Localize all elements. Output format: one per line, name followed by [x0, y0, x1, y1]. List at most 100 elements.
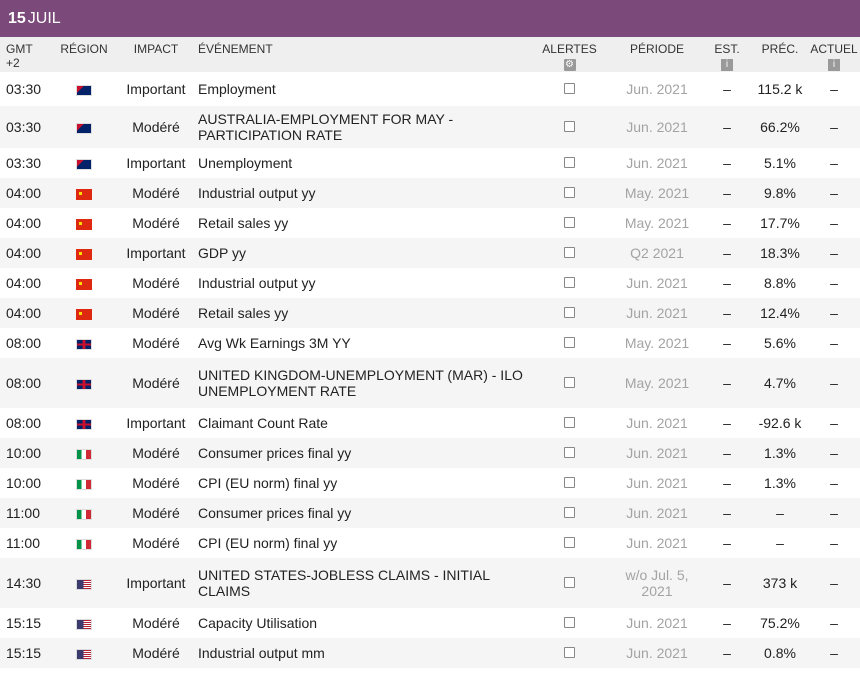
event-actuel: –: [830, 375, 838, 391]
event-prec: 5.1%: [764, 155, 796, 171]
event-name[interactable]: Capacity Utilisation: [192, 615, 527, 631]
event-name[interactable]: Unemployment: [192, 155, 527, 171]
event-est: –: [723, 119, 731, 135]
event-actuel: –: [830, 505, 838, 521]
event-time: 03:30: [6, 155, 42, 171]
alert-checkbox[interactable]: [564, 217, 575, 228]
event-period: Jun. 2021: [626, 535, 688, 551]
alert-checkbox[interactable]: [564, 83, 575, 94]
alert-checkbox[interactable]: [564, 417, 575, 428]
table-row: 04:00 Important GDP yy Q2 2021 – 18.3% –: [0, 238, 860, 268]
event-prec: 373 k: [762, 575, 798, 591]
info-icon[interactable]: i: [721, 59, 733, 71]
event-name[interactable]: Consumer prices final yy: [192, 505, 527, 521]
alert-checkbox[interactable]: [564, 577, 575, 588]
table-row: 04:00 Modéré Industrial output yy Jun. 2021…: [0, 268, 860, 298]
alert-checkbox[interactable]: [564, 247, 575, 258]
alert-cell: [527, 375, 612, 391]
alert-checkbox[interactable]: [564, 277, 575, 288]
alert-checkbox[interactable]: [564, 447, 575, 458]
event-est: –: [723, 575, 731, 591]
event-impact: Modéré: [132, 505, 180, 521]
alert-checkbox[interactable]: [564, 477, 575, 488]
table-row: 10:00 Modéré CPI (EU norm) final yy Jun. 20…: [0, 468, 860, 498]
event-name[interactable]: Industrial output mm: [192, 645, 527, 661]
event-name[interactable]: Retail sales yy: [192, 305, 527, 321]
event-name[interactable]: UNITED STATES-JOBLESS CLAIMS - INITIAL C…: [192, 567, 527, 599]
header-est-label: EST.: [714, 42, 740, 56]
alert-checkbox[interactable]: [564, 617, 575, 628]
info-icon[interactable]: i: [828, 59, 840, 71]
flag-icon: [76, 538, 92, 550]
alert-checkbox[interactable]: [564, 187, 575, 198]
table-row: 04:00 Modéré Retail sales yy Jun. 2021 – 12.4…: [0, 298, 860, 328]
event-est: –: [723, 445, 731, 461]
event-name[interactable]: Avg Wk Earnings 3M YY: [192, 335, 527, 351]
flag-icon: [76, 218, 92, 230]
event-time: 04:00: [6, 215, 42, 231]
region-cell: [48, 575, 120, 591]
event-prec: 18.3%: [760, 245, 800, 261]
event-period: w/o Jul. 5, 2021: [625, 567, 689, 599]
flag-icon: [76, 158, 92, 170]
event-period: Jun. 2021: [626, 645, 688, 661]
event-actuel: –: [830, 645, 838, 661]
alert-checkbox[interactable]: [564, 377, 575, 388]
event-name[interactable]: Consumer prices final yy: [192, 445, 527, 461]
alert-checkbox[interactable]: [564, 537, 575, 548]
header-alerts-label: ALERTES: [542, 42, 597, 56]
event-period: May. 2021: [624, 335, 690, 351]
region-cell: [48, 645, 120, 661]
event-name[interactable]: Employment: [192, 81, 527, 97]
event-impact: Modéré: [132, 305, 180, 321]
event-period: Jun. 2021: [626, 475, 688, 491]
table-row: 14:30 Important UNITED STATES-JOBLESS CLAI…: [0, 558, 860, 608]
table-row: 11:00 Modéré CPI (EU norm) final yy Jun. 20…: [0, 528, 860, 558]
event-est: –: [723, 155, 731, 171]
table-header: GMT +2 RÉGION IMPACT ÉVÉNEMENT ALERTES ⚙…: [0, 37, 860, 72]
event-name[interactable]: AUSTRALIA-EMPLOYMENT FOR MAY - PARTICIPA…: [192, 111, 527, 143]
event-est: –: [723, 81, 731, 97]
gear-icon[interactable]: ⚙: [563, 59, 576, 71]
event-name[interactable]: CPI (EU norm) final yy: [192, 475, 527, 491]
alert-checkbox[interactable]: [564, 307, 575, 318]
event-name[interactable]: Retail sales yy: [192, 215, 527, 231]
region-cell: [48, 415, 120, 431]
event-name[interactable]: Claimant Count Rate: [192, 415, 527, 431]
table-row: 03:30 Important Employment Jun. 2021 – 115.2 …: [0, 72, 860, 106]
event-prec: –: [776, 505, 784, 521]
event-actuel: –: [830, 275, 838, 291]
alert-checkbox[interactable]: [564, 507, 575, 518]
alert-checkbox[interactable]: [564, 121, 575, 132]
event-time: 14:30: [6, 575, 42, 591]
event-name[interactable]: Industrial output yy: [192, 185, 527, 201]
alert-cell: [527, 445, 612, 461]
date-bar: 15 JUIL: [0, 0, 860, 37]
region-cell: [48, 335, 120, 351]
event-impact: Important: [126, 245, 186, 261]
event-impact: Important: [126, 415, 186, 431]
alert-checkbox[interactable]: [564, 337, 575, 348]
event-actuel: –: [830, 335, 838, 351]
flag-icon: [76, 508, 92, 520]
event-time: 04:00: [6, 185, 42, 201]
alert-cell: [527, 81, 612, 97]
alert-checkbox[interactable]: [564, 647, 575, 658]
event-impact: Modéré: [132, 375, 180, 391]
event-name[interactable]: UNITED KINGDOM-UNEMPLOYMENT (MAR) - ILO …: [192, 367, 527, 399]
header-actuel: ACTUEL i: [808, 37, 860, 71]
alert-cell: [527, 305, 612, 321]
event-time: 10:00: [6, 445, 42, 461]
event-actuel: –: [830, 535, 838, 551]
header-gmt: GMT +2: [6, 42, 33, 70]
event-time: 04:00: [6, 275, 42, 291]
alert-checkbox[interactable]: [564, 157, 575, 168]
region-cell: [48, 275, 120, 291]
alert-cell: [527, 215, 612, 231]
event-name[interactable]: GDP yy: [192, 245, 527, 261]
alert-cell: [527, 575, 612, 591]
event-period: Jun. 2021: [626, 305, 688, 321]
event-name[interactable]: CPI (EU norm) final yy: [192, 535, 527, 551]
event-name[interactable]: Industrial output yy: [192, 275, 527, 291]
region-cell: [48, 615, 120, 631]
